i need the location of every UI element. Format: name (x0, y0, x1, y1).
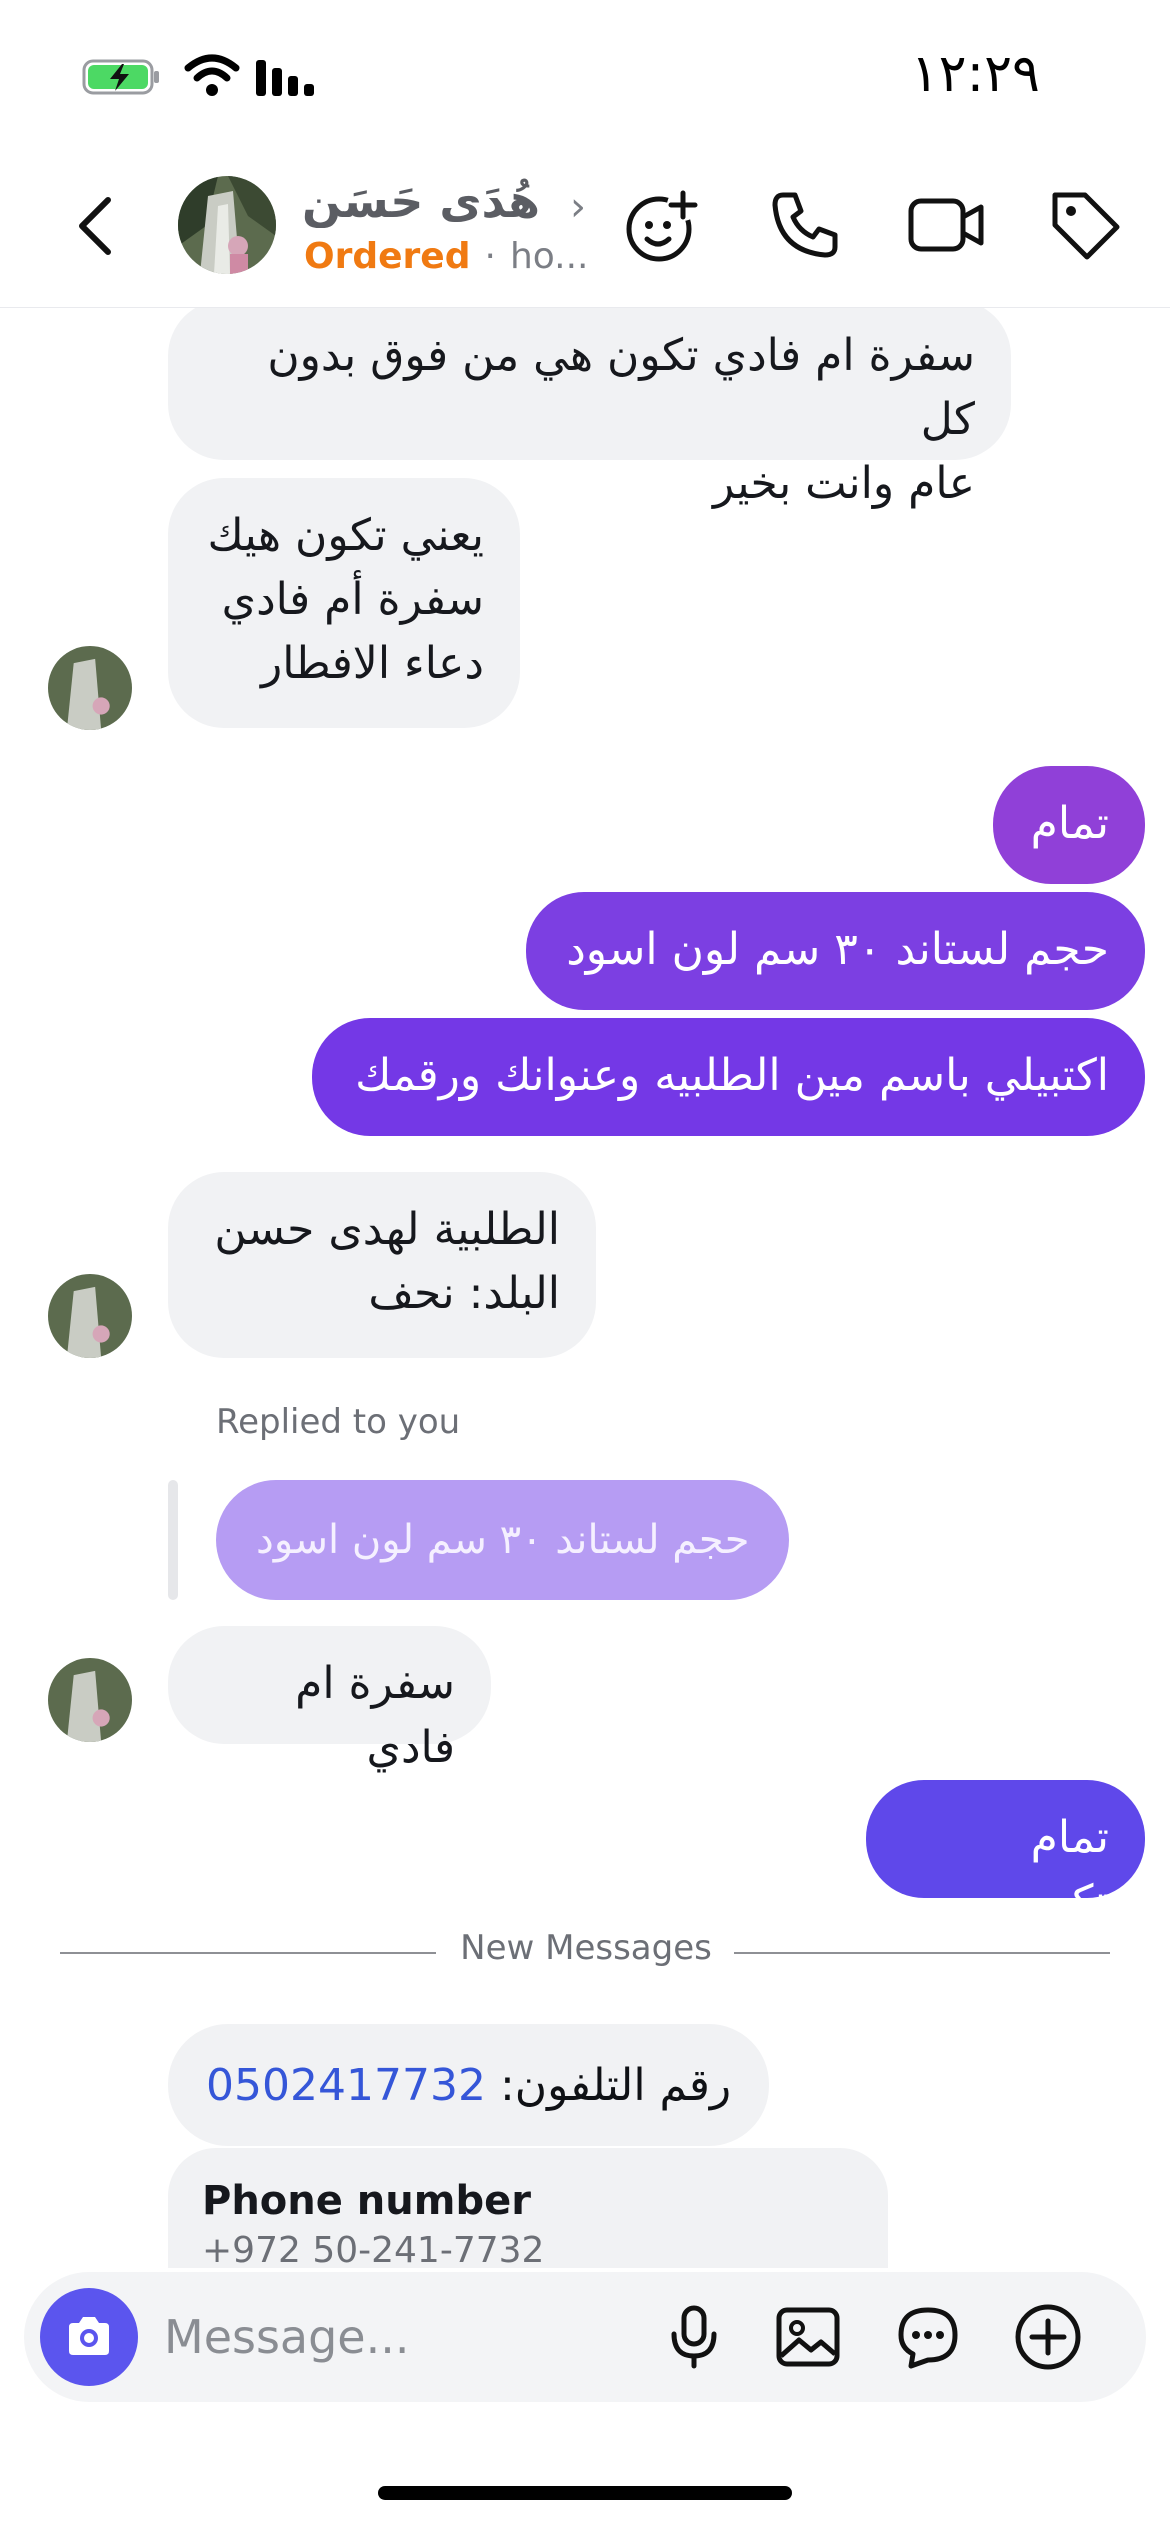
message-bubble-incoming[interactable]: يعني تكون هيك سفرة أم فادي دعاء الافطار (168, 478, 520, 728)
chat-header: ⁩هُدَى حَسَن⁦ › Ordered · ho... (0, 150, 1170, 308)
chevron-right-icon[interactable]: › (570, 184, 586, 230)
more-options-button[interactable] (1008, 2297, 1088, 2377)
separator-dot: · (484, 236, 496, 277)
video-icon (908, 198, 984, 252)
image-icon (776, 2307, 840, 2367)
gallery-button[interactable] (768, 2297, 848, 2377)
message-bubble-incoming[interactable]: سفرة ام فادي تكون هي من فوق بدون كل عام … (168, 308, 1011, 509)
battery-charging-icon (82, 59, 159, 95)
new-messages-divider: New Messages (460, 1928, 712, 1968)
back-button[interactable] (62, 190, 134, 262)
contact-name[interactable]: ⁩هُدَى حَسَن⁦ (302, 174, 572, 228)
avatar-photo (48, 646, 132, 730)
camera-icon (69, 2317, 109, 2355)
message-list[interactable]: سفرة ام فادي تكون هي من فوق بدون كل عام … (0, 308, 1170, 2268)
reply-quote-bar (168, 1480, 178, 1600)
divider-line (734, 1952, 1110, 1954)
sticker-icon (898, 2307, 958, 2369)
contact-subtitle: Ordered · ho... (304, 236, 588, 277)
tag-button[interactable] (1040, 180, 1130, 270)
order-status: Ordered (304, 236, 471, 277)
phone-card-number[interactable]: +972 50-241-7732 (202, 2230, 854, 2268)
back-icon (79, 197, 111, 255)
message-bubble-incoming[interactable]: 0502417732 رقم التلفون: (168, 2024, 770, 2146)
message-input[interactable] (164, 2302, 644, 2372)
divider-line (60, 1952, 436, 1954)
camera-button[interactable] (40, 2288, 138, 2386)
phone-icon (772, 192, 838, 258)
microphone-icon (671, 2305, 717, 2369)
message-composer (24, 2272, 1146, 2402)
reply-quoted-message[interactable]: حجم لستاند ٣٠ سم لون اسود (216, 1480, 790, 1600)
message-bubble-outgoing[interactable]: تمام (993, 766, 1145, 884)
add-emoji-icon (626, 189, 699, 262)
message-bubble-outgoing[interactable]: حجم لستاند ٣٠ سم لون اسود (526, 892, 1145, 1010)
message-bubble-outgoing[interactable]: اكتبيلي باسم مين الطلبيه وعنوانك ورقمك (312, 1018, 1145, 1136)
contact-avatar-small[interactable] (48, 646, 132, 730)
contact-avatar-small[interactable] (48, 1658, 132, 1742)
signal-icon (256, 60, 314, 96)
avatar-photo (178, 176, 276, 274)
avatar-photo (48, 1658, 132, 1742)
wifi-icon (184, 54, 240, 96)
plus-circle-icon (1015, 2304, 1081, 2370)
message-bubble-incoming[interactable]: سفرة ام فادي (168, 1626, 491, 1773)
message-bubble-incoming[interactable]: الطلبية لهدى حسن البلد: نحف (168, 1172, 596, 1358)
home-indicator (378, 2486, 792, 2500)
voice-message-button[interactable] (654, 2297, 734, 2377)
contact-avatar-small[interactable] (48, 1274, 132, 1358)
sticker-button[interactable] (888, 2297, 968, 2377)
phone-number-card[interactable]: Phone number +972 50-241-7732 (168, 2148, 888, 2268)
phone-number-link[interactable]: 0502417732 (206, 2060, 486, 2111)
status-bar: ١٢:٢٩ (0, 0, 1170, 150)
video-call-button[interactable] (902, 180, 992, 270)
contact-subtitle-text: ho... (509, 236, 589, 277)
contact-avatar[interactable] (178, 176, 276, 274)
message-bubble-outgoing[interactable]: تمام تكرمي (866, 1780, 1145, 1927)
avatar-photo (48, 1274, 132, 1358)
replied-label: Replied to you (216, 1402, 461, 1442)
tag-icon (1052, 192, 1120, 260)
status-time: ١٢:٢٩ (910, 44, 1040, 104)
add-emoji-button[interactable] (618, 180, 708, 270)
call-button[interactable] (760, 180, 850, 270)
phone-label: رقم التلفون: (499, 2059, 732, 2111)
phone-card-title: Phone number (202, 2178, 531, 2224)
